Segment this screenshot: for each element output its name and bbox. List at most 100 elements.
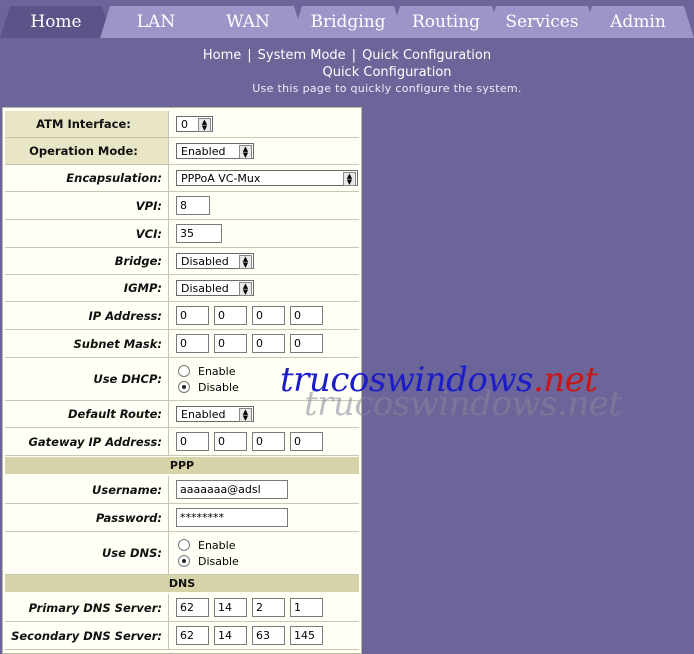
ip-address-octet-3[interactable]: 0: [252, 306, 285, 325]
bridge-cell: Disabled ▲ ▼: [171, 248, 359, 274]
secondary-dns-octet-4[interactable]: 145: [290, 626, 323, 645]
page-subtitle: Use this page to quickly configure the s…: [252, 82, 522, 95]
form-row-primary-dns: Primary DNS Server: 62 14 2 1: [5, 594, 359, 622]
subnet-mask-octet-2[interactable]: 0: [214, 334, 247, 353]
username-input[interactable]: aaaaaaa@adsl: [176, 480, 288, 499]
form-row-username: Username: aaaaaaa@adsl: [5, 476, 359, 504]
tab-admin[interactable]: Admin: [582, 6, 694, 38]
igmp-select[interactable]: Disabled ▲ ▼: [176, 280, 254, 296]
ip-address-octet-4[interactable]: 0: [290, 306, 323, 325]
page-title: Quick Configuration: [322, 65, 452, 80]
form-row-vci: VCI: 35: [5, 220, 359, 248]
form-row-vpi: VPI: 8: [5, 192, 359, 220]
vpi-input[interactable]: 8: [176, 196, 210, 215]
operation-mode-cell: Enabled ▲ ▼: [171, 138, 359, 164]
bridge-value: Disabled: [181, 255, 229, 268]
form-row-ip-address: IP Address: 0 0 0 0: [5, 302, 359, 330]
vpi-label: VPI:: [5, 192, 169, 219]
primary-dns-octet-2[interactable]: 14: [214, 598, 247, 617]
igmp-label: IGMP:: [5, 275, 169, 301]
breadcrumb-quick-config-link[interactable]: Quick Configuration: [362, 48, 491, 63]
gateway-ip-octet-3[interactable]: 0: [252, 432, 285, 451]
password-label: Password:: [5, 504, 169, 531]
watermark-main: trucoswindows: [280, 360, 533, 400]
radio-label: Enable: [198, 538, 236, 552]
use-dhcp-disable-radio[interactable]: Disable: [171, 379, 239, 395]
form-row-secondary-dns: Secondary DNS Server: 62 14 63 145: [5, 622, 359, 650]
use-dhcp-enable-radio[interactable]: Enable: [171, 363, 235, 379]
bridge-label: Bridge:: [5, 248, 169, 274]
tab-label: WAN: [226, 12, 270, 32]
password-cell: ********: [171, 504, 359, 531]
breadcrumb-separator: |: [351, 48, 357, 63]
dns-section-header: DNS: [5, 575, 359, 592]
form-row-gateway-ip: Gateway IP Address: 0 0 0 0: [5, 428, 359, 456]
operation-mode-select[interactable]: Enabled ▲ ▼: [176, 143, 254, 159]
radio-button-selected: [178, 381, 190, 393]
radio-label: Enable: [198, 364, 236, 378]
tab-label: Bridging: [310, 12, 386, 32]
radio-button: [178, 365, 190, 377]
igmp-value: Disabled: [181, 282, 229, 295]
top-tab-bar: Home LAN WAN Bridging Routing Services A…: [0, 0, 694, 38]
spin-arrows-icon: ▲ ▼: [239, 255, 252, 269]
bridge-select[interactable]: Disabled ▲ ▼: [176, 253, 254, 269]
primary-dns-octet-4[interactable]: 1: [290, 598, 323, 617]
spin-arrows-icon: ▲ ▼: [198, 118, 211, 132]
default-route-label: Default Route:: [5, 401, 169, 427]
default-route-select[interactable]: Enabled ▲ ▼: [176, 406, 254, 422]
ip-address-octet-2[interactable]: 0: [214, 306, 247, 325]
spin-arrows-icon: ▲ ▼: [239, 408, 252, 422]
secondary-dns-octet-3[interactable]: 63: [252, 626, 285, 645]
use-dns-enable-radio[interactable]: Enable: [171, 537, 235, 553]
operation-mode-value: Enabled: [181, 145, 226, 158]
primary-dns-octet-3[interactable]: 2: [252, 598, 285, 617]
secondary-dns-octet-1[interactable]: 62: [176, 626, 209, 645]
spin-arrows-icon: ▲ ▼: [239, 282, 252, 296]
vci-cell: 35: [171, 220, 359, 247]
gateway-ip-octet-2[interactable]: 0: [214, 432, 247, 451]
ip-address-octet-1[interactable]: 0: [176, 306, 209, 325]
breadcrumb-system-mode-link[interactable]: System Mode: [258, 48, 346, 63]
watermark: trucoswindows.net: [280, 360, 598, 400]
secondary-dns-octet-2[interactable]: 14: [214, 626, 247, 645]
username-label: Username:: [5, 476, 169, 503]
gateway-ip-octet-4[interactable]: 0: [290, 432, 323, 451]
tab-home[interactable]: Home: [0, 6, 112, 38]
subnet-mask-octet-3[interactable]: 0: [252, 334, 285, 353]
form-row-atm-interface: ATM Interface: 0 ▲ ▼: [5, 111, 359, 138]
primary-dns-cell: 62 14 2 1: [171, 594, 359, 621]
primary-dns-octet-1[interactable]: 62: [176, 598, 209, 617]
encapsulation-select[interactable]: PPPoA VC-Mux ▲ ▼: [176, 170, 358, 186]
vci-input[interactable]: 35: [176, 224, 222, 243]
igmp-cell: Disabled ▲ ▼: [171, 275, 359, 301]
gateway-ip-cell: 0 0 0 0: [171, 428, 359, 455]
breadcrumb: Home | System Mode | Quick Configuration: [0, 44, 694, 63]
spin-arrows-icon: ▲ ▼: [343, 172, 356, 186]
use-dns-cell: Enable Disable: [171, 532, 359, 574]
secondary-dns-label: Secondary DNS Server:: [5, 622, 169, 649]
form-row-bridge: Bridge: Disabled ▲ ▼: [5, 248, 359, 275]
atm-interface-value: 0: [181, 118, 188, 131]
tab-wan[interactable]: WAN: [192, 6, 304, 38]
encapsulation-cell: PPPoA VC-Mux ▲ ▼: [171, 165, 359, 191]
default-route-value: Enabled: [181, 408, 226, 421]
use-dhcp-label: Use DHCP:: [5, 358, 169, 400]
subnet-mask-cell: 0 0 0 0: [171, 330, 359, 357]
vpi-cell: 8: [171, 192, 359, 219]
radio-label: Disable: [198, 380, 239, 394]
radio-label: Disable: [198, 554, 239, 568]
subnet-mask-octet-1[interactable]: 0: [176, 334, 209, 353]
use-dns-disable-radio[interactable]: Disable: [171, 553, 239, 569]
password-input[interactable]: ********: [176, 508, 288, 527]
breadcrumb-separator: |: [247, 48, 252, 63]
breadcrumb-home-link[interactable]: Home: [203, 48, 241, 63]
atm-interface-select[interactable]: 0 ▲ ▼: [176, 116, 213, 132]
secondary-dns-cell: 62 14 63 145: [171, 622, 359, 649]
encapsulation-label: Encapsulation:: [5, 165, 169, 191]
gateway-ip-octet-1[interactable]: 0: [176, 432, 209, 451]
subnet-mask-octet-4[interactable]: 0: [290, 334, 323, 353]
primary-dns-label: Primary DNS Server:: [5, 594, 169, 621]
ppp-section-header: PPP: [5, 457, 359, 474]
tab-bridging[interactable]: Bridging: [292, 6, 404, 38]
